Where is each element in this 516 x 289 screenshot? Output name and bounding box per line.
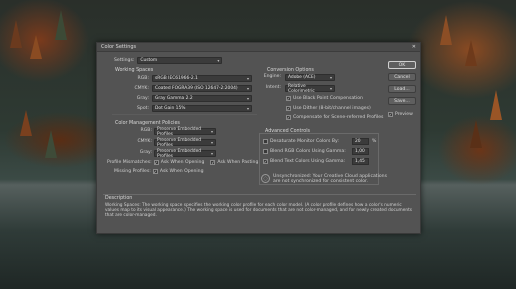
color-settings-dialog: Color Settings ✕ Settings: Custom ▾ Work…: [96, 42, 421, 234]
cancel-button[interactable]: Cancel: [388, 73, 416, 81]
dialog-titlebar[interactable]: Color Settings ✕: [97, 43, 420, 52]
checkmark-icon: ✓: [263, 159, 268, 164]
ws-cmyk-label: CMYK:: [134, 86, 149, 91]
engine-select[interactable]: Adobe (ACE) ▾: [285, 74, 335, 81]
desaturate-label: Desaturate Monitor Colors By:: [270, 139, 339, 144]
ws-spot-select[interactable]: Dot Gain 15% ▾: [152, 105, 252, 112]
cm-gray-label: Gray:: [139, 150, 152, 155]
ws-rgb-value: sRGB IEC61966-2.1: [155, 76, 198, 81]
ws-cmyk-value: Coated FOGRA39 (ISO 12647-2:2004): [155, 86, 238, 91]
unsync-line2: are not synchronized for consistent colo…: [273, 179, 368, 184]
missing-ask-opening-label: Ask When Opening: [159, 169, 204, 174]
checkmark-icon: ✓: [153, 169, 158, 174]
chevron-down-icon: ▾: [210, 129, 213, 134]
cm-gray-value: Preserve Embedded Profiles: [157, 148, 202, 159]
settings-select[interactable]: Custom ▾: [137, 57, 223, 64]
ask-opening-label: Ask When Opening: [160, 160, 205, 165]
ask-opening-checkbox[interactable]: ✓: [153, 160, 159, 165]
chevron-down-icon: ▾: [246, 86, 249, 91]
cm-cmyk-select[interactable]: Preserve Embedded Profiles ▾: [154, 137, 216, 148]
blend-text-label: Blend Text Colors Using Gamma:: [270, 159, 346, 164]
checkmark-icon: ✓: [211, 160, 215, 165]
blend-text-checkbox[interactable]: ✓: [263, 159, 268, 164]
close-icon[interactable]: ✕: [412, 44, 416, 50]
preview-label: Preview: [395, 112, 413, 117]
engine-label: Engine:: [263, 74, 281, 79]
intent-label: Intent:: [265, 85, 281, 90]
dialog-title: Color Settings: [101, 44, 137, 50]
desaturate-checkbox[interactable]: [263, 139, 268, 144]
cm-rgb-value: Preserve Embedded Profiles: [157, 126, 202, 137]
intent-select[interactable]: Relative Colorimetric ▾: [285, 83, 335, 94]
chevron-down-icon: ▾: [246, 106, 249, 111]
dither-label: Use Dither (8-bit/channel images): [293, 106, 371, 111]
compensate-checkbox[interactable]: ✓: [286, 115, 291, 120]
chevron-down-icon: ▾: [210, 140, 213, 145]
missing-ask-opening-checkbox[interactable]: ✓: [152, 169, 158, 174]
checkmark-icon: ✓: [286, 106, 291, 111]
settings-label: Settings:: [114, 58, 135, 63]
cm-rgb-select[interactable]: Preserve Embedded Profiles ▾: [154, 126, 216, 137]
checkmark-icon: ✓: [154, 160, 158, 165]
description-text: Working Spaces: The working space specif…: [105, 203, 413, 219]
chevron-down-icon: ▾: [329, 86, 332, 91]
chevron-down-icon: ▾: [246, 96, 249, 101]
mismatches-label: Profile Mismatches:: [107, 160, 152, 165]
cm-cmyk-label: CMYK:: [137, 139, 152, 144]
intent-value: Relative Colorimetric: [288, 83, 315, 94]
blend-rgb-checkbox[interactable]: [263, 149, 268, 154]
chevron-down-icon: ▾: [217, 58, 220, 63]
bpc-label: Use Black Point Compensation: [293, 96, 363, 101]
ws-rgb-select[interactable]: sRGB IEC61966-2.1 ▾: [152, 75, 252, 82]
bpc-checkbox[interactable]: ✓: [286, 96, 291, 101]
compensate-label: Compensate for Scene-referred Profiles: [293, 115, 384, 120]
tree: [10, 20, 22, 48]
tree: [55, 10, 67, 40]
ws-gray-label: Gray:: [136, 96, 149, 101]
desaturate-input[interactable]: 20: [352, 138, 369, 145]
ws-gray-value: Gray Gamma 2.2: [155, 96, 193, 101]
checkmark-icon: ✓: [388, 112, 393, 117]
missing-label: Missing Profiles:: [114, 169, 151, 174]
desaturate-unit: %: [372, 139, 377, 144]
chevron-down-icon: ▾: [246, 76, 249, 81]
blend-text-input[interactable]: 1,45: [352, 158, 369, 165]
ws-cmyk-select[interactable]: Coated FOGRA39 (ISO 12647-2:2004) ▾: [152, 85, 252, 92]
ws-spot-value: Dot Gain 15%: [155, 106, 186, 111]
checkmark-icon: ✓: [286, 96, 291, 101]
engine-value: Adobe (ACE): [288, 75, 316, 80]
settings-value: Custom: [140, 58, 158, 63]
save-button[interactable]: Save...: [388, 97, 416, 105]
ok-button[interactable]: OK: [388, 61, 416, 69]
blend-rgb-input[interactable]: 1,00: [352, 148, 369, 155]
tree: [440, 15, 452, 45]
tree: [490, 90, 502, 120]
tree: [20, 110, 32, 136]
ws-spot-label: Spot:: [137, 106, 149, 111]
ws-gray-select[interactable]: Gray Gamma 2.2 ▾: [152, 95, 252, 102]
sync-icon: ◌: [261, 174, 270, 183]
checkmark-icon: ✓: [286, 115, 291, 120]
description-panel: Description Working Spaces: The working …: [103, 194, 416, 231]
ws-rgb-label: RGB:: [137, 76, 149, 81]
tree: [30, 35, 42, 59]
tree: [465, 40, 477, 66]
cm-cmyk-value: Preserve Embedded Profiles: [157, 137, 202, 148]
preview-checkbox[interactable]: ✓: [388, 112, 393, 117]
ask-pasting-checkbox[interactable]: ✓: [210, 160, 216, 165]
description-title: Description: [105, 196, 133, 201]
ask-pasting-label: Ask When Pasting: [217, 160, 259, 165]
cm-rgb-label: RGB:: [140, 128, 152, 133]
load-button[interactable]: Load...: [388, 85, 416, 93]
tree: [470, 120, 482, 148]
chevron-down-icon: ▾: [329, 75, 332, 80]
cm-gray-select[interactable]: Preserve Embedded Profiles ▾: [154, 148, 216, 159]
dither-checkbox[interactable]: ✓: [286, 106, 291, 111]
chevron-down-icon: ▾: [210, 151, 213, 156]
tree: [45, 130, 57, 158]
conversion-title: Conversion Options: [267, 68, 314, 73]
cm-policies-title: Color Management Policies: [115, 121, 180, 126]
blend-rgb-label: Blend RGB Colors Using Gamma:: [270, 149, 346, 154]
